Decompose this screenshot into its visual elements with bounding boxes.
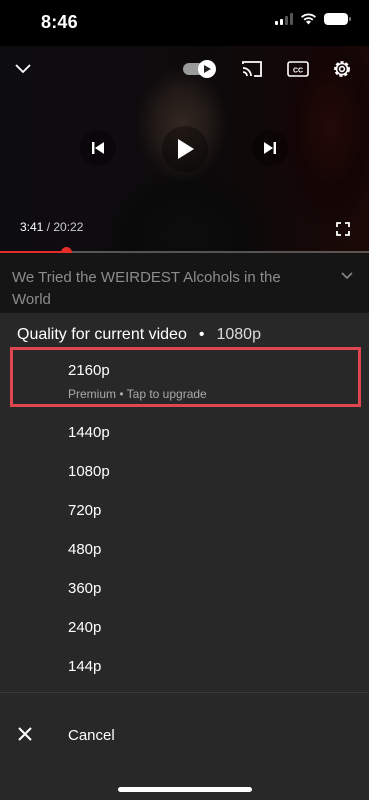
current-quality: 1080p xyxy=(216,326,261,343)
quality-option-premium[interactable]: 2160p Premium • Tap to upgrade xyxy=(10,347,361,407)
quality-option[interactable]: 720p xyxy=(0,493,369,533)
current-time: 3:41 xyxy=(20,220,44,234)
play-icon[interactable] xyxy=(162,126,208,172)
quality-option-label: 1440p xyxy=(68,424,110,441)
premium-upgrade-note: Premium • Tap to upgrade xyxy=(68,387,207,401)
quality-sheet: Quality for current video • 1080p 2160p Pr… xyxy=(0,313,369,800)
quality-option-label: 1080p xyxy=(68,463,110,480)
wifi-icon xyxy=(301,13,316,25)
quality-option[interactable]: 1440p xyxy=(0,415,369,455)
status-icons xyxy=(275,13,351,25)
battery-icon xyxy=(324,13,351,25)
quality-option-label: 240p xyxy=(68,619,102,636)
quality-option-label: 360p xyxy=(68,580,102,597)
time-separator: / xyxy=(43,220,54,234)
previous-icon[interactable] xyxy=(80,130,116,166)
next-icon[interactable] xyxy=(252,130,288,166)
quality-option-label: 144p xyxy=(68,658,102,675)
quality-option-label: 480p xyxy=(68,541,102,558)
total-time: 20:22 xyxy=(53,220,84,234)
close-icon xyxy=(17,726,35,744)
sheet-header: Quality for current video • 1080p xyxy=(17,326,261,344)
quality-option[interactable]: 1080p xyxy=(0,454,369,494)
video-player[interactable]: CC 3:41 / 20:22 xyxy=(0,46,369,253)
quality-option[interactable]: 240p xyxy=(0,610,369,650)
svg-text:CC: CC xyxy=(293,68,303,75)
fullscreen-icon[interactable] xyxy=(332,218,354,240)
quality-option-label: 720p xyxy=(68,502,102,519)
settings-gear-icon[interactable] xyxy=(330,57,354,81)
divider xyxy=(0,692,369,693)
autoplay-toggle-icon[interactable] xyxy=(182,58,218,80)
sheet-header-label: Quality for current video xyxy=(17,326,187,343)
cancel-button[interactable]: Cancel xyxy=(0,710,369,766)
cancel-label: Cancel xyxy=(68,727,115,744)
time-display: 3:41 / 20:22 xyxy=(20,220,83,234)
video-title: We Tried the WEIRDEST Alcohols in the Wo… xyxy=(12,269,281,308)
status-bar: 8:46 xyxy=(0,0,369,46)
signal-icon xyxy=(275,13,293,25)
header-dot: • xyxy=(198,326,205,343)
expand-chevron-icon[interactable] xyxy=(341,267,357,283)
quality-option[interactable]: 144p xyxy=(0,649,369,689)
quality-option[interactable]: 480p xyxy=(0,532,369,572)
quality-option-label: 2160p xyxy=(68,362,110,379)
captions-icon[interactable]: CC xyxy=(286,58,310,80)
quality-option[interactable]: 360p xyxy=(0,571,369,611)
chevron-down-icon[interactable] xyxy=(12,58,34,80)
home-indicator[interactable] xyxy=(118,787,252,792)
status-time: 8:46 xyxy=(41,12,78,32)
cast-icon[interactable] xyxy=(240,58,264,80)
video-info[interactable]: We Tried the WEIRDEST Alcohols in the Wo… xyxy=(0,253,369,313)
